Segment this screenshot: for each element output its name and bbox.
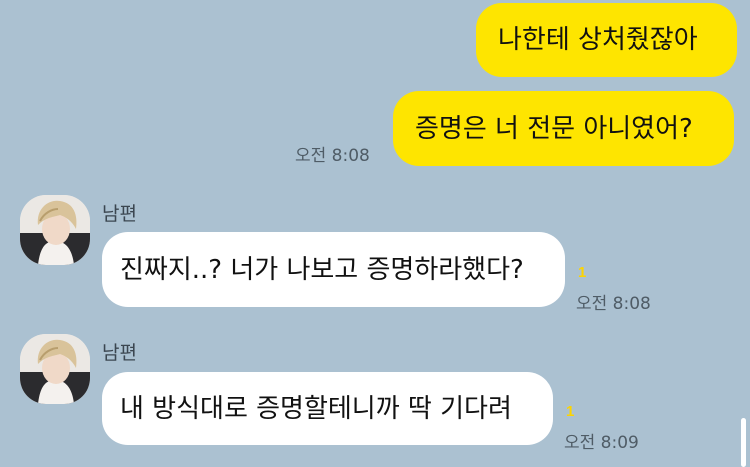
scrollbar[interactable] — [741, 418, 746, 467]
message-text: 증명은 너 전문 아니였어? — [415, 113, 693, 144]
sender-avatar[interactable] — [20, 195, 90, 265]
message-timestamp: 오전 8:08 — [295, 146, 370, 166]
sender-avatar[interactable] — [20, 334, 90, 404]
sender-name: 남편 — [102, 342, 137, 364]
message-text: 나한테 상처줬잖아 — [498, 25, 698, 55]
outgoing-message-bubble[interactable]: 나한테 상처줬잖아 — [476, 3, 737, 77]
incoming-message-bubble[interactable]: 내 방식대로 증명할테니까 딱 기다려 — [102, 372, 553, 445]
message-text: 진짜지..? 너가 나보고 증명하라했다? — [120, 254, 524, 285]
sender-name: 남편 — [102, 203, 137, 225]
unread-count: 1 — [566, 403, 575, 420]
message-text: 내 방식대로 증명할테니까 딱 기다려 — [120, 393, 512, 424]
unread-count: 1 — [578, 264, 587, 281]
outgoing-message-bubble[interactable]: 증명은 너 전문 아니였어? — [393, 91, 734, 166]
message-timestamp: 오전 8:09 — [564, 433, 639, 453]
avatar-image — [20, 334, 90, 404]
avatar-image — [20, 195, 90, 265]
message-timestamp: 오전 8:08 — [576, 294, 651, 314]
incoming-message-bubble[interactable]: 진짜지..? 너가 나보고 증명하라했다? — [102, 232, 565, 307]
